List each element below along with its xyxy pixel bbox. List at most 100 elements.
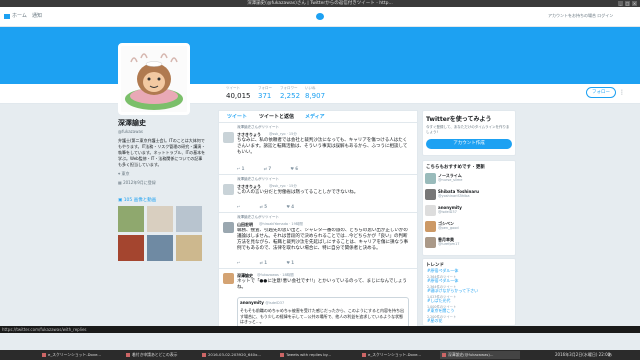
avatar[interactable]	[223, 184, 234, 195]
page-background	[0, 333, 640, 350]
tweet-actions: ↩ ⇄ 1 ♥ 1	[237, 260, 312, 265]
home-icon[interactable]	[4, 14, 10, 19]
avatar	[425, 221, 436, 232]
more-options-icon[interactable]: ⋮	[618, 88, 626, 97]
media-thumbnail[interactable]	[118, 206, 144, 232]
minimize-button[interactable]: _	[618, 1, 623, 6]
like-icon[interactable]: ♥ 4	[286, 204, 294, 209]
tweet-actions: ↩ ⇄ 5 ♥ 4	[237, 204, 312, 209]
timeline-tabs: ツイート ツイートと返信 メディア	[219, 111, 417, 123]
ime-indicator[interactable]: あ	[608, 351, 612, 359]
avatar	[425, 205, 436, 216]
retweet-icon[interactable]: ⇄ 5	[260, 204, 267, 209]
tweet-item[interactable]: 深澤諭史さんがリツイート ささきりょう @ssk_ryo · 15分 この人の言…	[219, 175, 417, 213]
twitter-navbar: ホーム 通知 アカウントをお持ちの場合 ログイン	[0, 7, 640, 27]
browser-status-bar: https://twitter.com/fukazawas/with_repli…	[0, 326, 640, 333]
status-url: https://twitter.com/fukazawas/with_repli…	[2, 327, 87, 332]
profile-handle[interactable]: @fukazawas	[118, 129, 208, 134]
profile-location: ⌖ 東京	[118, 171, 130, 176]
taskbar-item-active[interactable]: 深澤諭史(@fukazawas)...	[440, 351, 520, 359]
quote-author: anonymity	[240, 300, 264, 305]
suggestion-item[interactable]: ゴシペン @pen_good	[423, 221, 509, 235]
window-titlebar: 深澤諭史(@fukazawas)さん | Twitterからの返信付きツイート …	[0, 0, 640, 7]
retweet-icon[interactable]: ⇄ 7	[264, 166, 271, 171]
tweet-meta: @ssk_ryo · 15分	[269, 132, 297, 136]
avatar[interactable]	[223, 273, 234, 284]
taskbar-item[interactable]: 2016-03-02-203920_640x...	[200, 351, 276, 359]
suggestion-item[interactable]: ノースライム @nurse_slime	[423, 173, 509, 187]
account-prompt[interactable]: アカウントをお持ちの場合 ログイン	[548, 11, 613, 21]
media-thumbnail[interactable]	[176, 206, 202, 232]
tweet-text: 職務、捜査、引越先の思い出と、シャレタ一番の旅の、どちらの思い出が正しいかの議論…	[237, 228, 409, 251]
follow-button[interactable]: フォロー	[586, 87, 616, 98]
profile-name: 深澤諭史	[118, 119, 146, 127]
profile-banner	[0, 27, 640, 84]
trends-card: トレンド #原宿ペダル一体 2,364件のツイート #原宿ペダル一体 2,364件の…	[422, 258, 516, 326]
profile-joined: ▦ 2012年9月に登録	[118, 180, 156, 185]
twitter-bird-icon[interactable]	[316, 13, 324, 20]
suggestion-item[interactable]: Shibata Yoshinaru @yoshinariS5hiba	[423, 189, 509, 203]
avatar	[425, 189, 436, 200]
maximize-button[interactable]: □	[625, 1, 630, 6]
tweet-text: この人の言い分だと労働省は黙ってることしかできないね。	[237, 190, 359, 195]
suggestions-card: こちらもおすすめです · 更新 ノースライム @nurse_slime Shiba…	[422, 160, 516, 256]
suggestion-item[interactable]: 香月幸美 @lurefpm17	[423, 237, 509, 251]
retweet-indicator: 深澤諭史さんがリツイート	[237, 125, 279, 129]
reply-icon[interactable]: ↩	[237, 204, 242, 209]
nav-notifications[interactable]: 通知	[32, 11, 42, 21]
avatar[interactable]	[223, 132, 234, 143]
taskbar-item[interactable]: e_スクリーンショット-Dove...	[360, 351, 438, 359]
stat-likes[interactable]: いいね 8,907	[305, 86, 335, 100]
media-thumbnail[interactable]	[147, 235, 173, 261]
tweet-text: ネットで「●●に注意!悪い会社です!!」とかいっているのって、まじになんでしょう…	[237, 279, 407, 290]
suggestions-title: こちらもおすすめです · 更新	[426, 165, 485, 170]
taskbar-item[interactable]: Tweets with replies by...	[278, 351, 358, 359]
stat-tweets[interactable]: ツイート 40,015	[226, 86, 256, 100]
quote-handle: @isdelD37	[265, 301, 285, 305]
taskbar-item[interactable]: 着付き申請あとどこの表示	[124, 351, 198, 359]
profile-nav: ツイート 40,015 フォロー 371 フォロワー 2,252 いいね 8,907 フ…	[0, 84, 640, 104]
like-icon[interactable]: ♥ 6	[290, 166, 298, 171]
taskbar: e_スクリーンショット-Dove... 着付き申請あとどこの表示 2016-03…	[0, 350, 640, 360]
tweet-meta: @fukazawas · 18時間	[257, 273, 294, 277]
avatar[interactable]	[223, 222, 234, 233]
reply-icon[interactable]: ↩	[237, 260, 242, 265]
retweet-icon[interactable]: ⇄ 1	[260, 260, 267, 265]
media-thumbnail[interactable]	[147, 206, 173, 232]
reply-icon[interactable]: ↩ 1	[237, 166, 244, 171]
profile-avatar[interactable]	[118, 43, 190, 115]
avatar	[425, 237, 436, 248]
nav-home[interactable]: ホーム	[12, 11, 27, 21]
avatar	[425, 173, 436, 184]
profile-bio: 弁護士(第二東京弁護士会)。ITのことは大体何でもやります。IT法務・リスク管理…	[118, 138, 206, 167]
profile-sidebar: 深澤諭史 @fukazawas 弁護士(第二東京弁護士会)。ITのことは大体何で…	[118, 118, 208, 186]
quote-text: そもそも前職のめちゃめちゃ被害を受けた感じだったから、このようにすると内容を持ち…	[240, 308, 404, 324]
retweet-indicator: 深澤諭史さんがリツイート	[237, 215, 279, 219]
like-icon[interactable]: ♥ 1	[286, 260, 294, 265]
signup-title: Twitterを使ってみよう	[426, 116, 492, 123]
taskbar-item[interactable]: e_スクリーンショット-Dove...	[40, 351, 122, 359]
tab-media[interactable]: メディア	[305, 113, 325, 120]
create-account-button[interactable]: アカウント作成	[426, 139, 512, 149]
timeline: ツイート ツイートと返信 メディア 深澤諭史さんがリツイート ささきりょう @s…	[218, 110, 418, 360]
media-thumbnail[interactable]	[118, 235, 144, 261]
retweet-indicator: 深澤諭史さんがリツイート	[237, 177, 279, 181]
suggestion-item[interactable]: anonymity @isdelD37	[423, 205, 509, 219]
tweet-item[interactable]: 深澤諭史さんがリツイート ささきりょう @ssk_ryo · 15分 ちなみに、…	[219, 123, 417, 175]
media-thumbnail[interactable]	[176, 235, 202, 261]
window-title: 深澤諭史(@fukazawas)さん | Twitterからの返信付きツイート …	[247, 1, 393, 6]
photos-videos-link[interactable]: ▣ 105 画像と動画	[118, 197, 156, 203]
tweet-meta: @ssk_ryo · 15分	[269, 184, 297, 188]
tab-tweets-replies[interactable]: ツイートと返信	[259, 113, 294, 120]
signup-card: Twitterを使ってみよう 今すぐ登録して、あなただけのタイムラインを作りまし…	[422, 110, 516, 156]
monkey-onsen-illustration	[121, 46, 187, 112]
tweet-text: ちなみに、私の依頼者では会社と裁判沙汰になっても、キャリアを傷つける人はたくさん…	[237, 138, 408, 155]
tweet-item[interactable]: 深澤諭史さんがリツイート 山田宏明 @hiroakiYamada · 19時間 …	[219, 213, 417, 269]
signup-subtitle: 今すぐ登録して、あなただけのタイムラインを作りましょう!	[426, 125, 510, 134]
system-clock: 2016年3月2日(水曜日) 22:00	[555, 352, 611, 357]
close-button[interactable]: ×	[632, 1, 637, 6]
tweet-actions: ↩ 1 ⇄ 7 ♥ 6	[237, 166, 316, 171]
trend-item[interactable]: #星の花	[427, 318, 442, 324]
tab-tweets[interactable]: ツイート	[227, 113, 247, 120]
tweet-meta: @hiroakiYamada · 19時間	[259, 222, 303, 226]
